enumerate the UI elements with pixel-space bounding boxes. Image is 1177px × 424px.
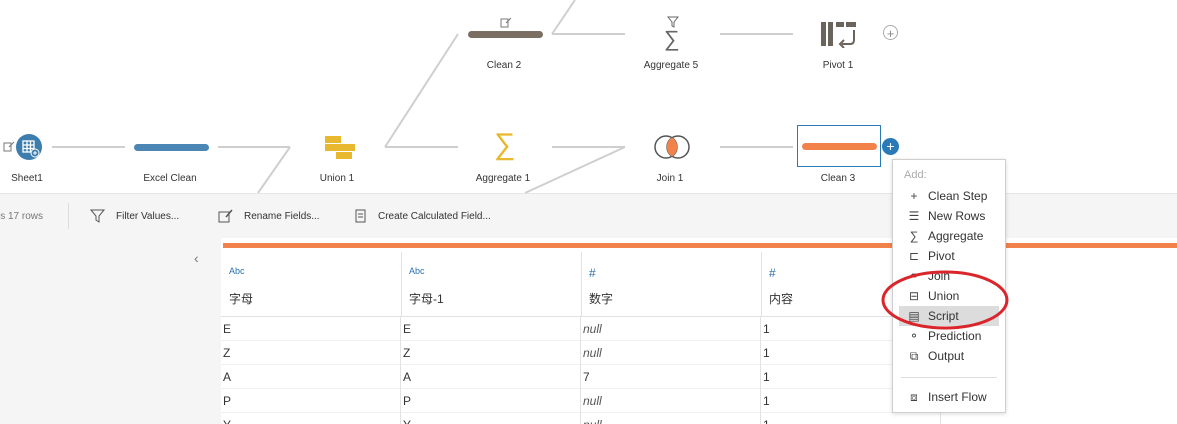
menu-item-label: Clean Step [928, 189, 988, 203]
create-calculated-field-label: Create Calculated Field... [378, 210, 491, 222]
output-icon: ⧉ [909, 348, 919, 363]
rename-fields-label: Rename Fields... [244, 210, 320, 222]
add-step-button[interactable]: + [882, 138, 899, 155]
clean2-node-bar[interactable] [468, 31, 543, 38]
new-rows-icon: ☰ [908, 209, 920, 223]
column-header[interactable]: Abc 字母-1 [401, 252, 582, 317]
table-cell[interactable]: null [581, 317, 761, 341]
toolbar-divider [68, 203, 69, 229]
menu-item-aggregate[interactable]: ∑ Aggregate [899, 226, 999, 246]
table-cell[interactable]: 7 [581, 365, 761, 389]
table-cell[interactable]: 1 [761, 413, 941, 424]
filter-icon [90, 209, 106, 223]
node-label-union1: Union 1 [319, 173, 355, 184]
menu-item-label: New Rows [928, 209, 986, 223]
column-name: 数字 [589, 292, 614, 306]
node-label-pivot1: Pivot 1 [822, 60, 854, 71]
filter-values-label: Filter Values... [116, 210, 180, 222]
calculated-field-icon [355, 209, 366, 223]
node-label-aggregate1: Aggregate 1 [475, 173, 531, 184]
excel-clean-node-bar[interactable] [134, 144, 209, 151]
grid-column: # 数字 null null 7 null null [581, 252, 762, 424]
join-node-icon[interactable] [652, 133, 692, 166]
menu-item-insert-flow[interactable]: ⧈ Insert Flow [899, 387, 999, 407]
node-label-clean2: Clean 2 [486, 60, 522, 71]
column-name: 字母-1 [409, 292, 444, 306]
number-type-icon[interactable]: # [589, 266, 596, 280]
collapse-chevron-icon[interactable]: ‹ [194, 250, 199, 266]
clean3-node-bar[interactable] [802, 143, 877, 150]
menu-item-pivot[interactable]: ⊏ Pivot [899, 246, 999, 266]
pivot-node-icon[interactable] [820, 20, 860, 53]
create-calculated-field-button[interactable]: Create Calculated Field... [354, 194, 491, 238]
row-count: ls 17 rows [0, 210, 44, 222]
table-cell[interactable]: E [401, 317, 581, 341]
table-cell[interactable]: null [581, 341, 761, 365]
column-header[interactable]: # 数字 [581, 252, 762, 317]
menu-item-label: Pivot [928, 249, 955, 263]
pivot-icon: ⊏ [908, 249, 920, 263]
aggregate-node-icon[interactable]: ∑ [664, 26, 680, 52]
menu-item-output[interactable]: ⧉ Output [899, 346, 999, 366]
menu-divider [901, 377, 997, 378]
table-cell[interactable]: E [221, 317, 401, 341]
annotation-highlight-ellipse [881, 270, 1009, 330]
rename-icon [218, 209, 233, 223]
menu-item-clean-step[interactable]: + Clean Step [899, 186, 999, 206]
menu-item-new-rows[interactable]: ☰ New Rows [899, 206, 999, 226]
node-label-excel-clean: Excel Clean [143, 173, 197, 184]
column-header[interactable]: Abc 字母 [221, 252, 402, 317]
plus-icon: + [910, 189, 918, 203]
table-cell[interactable]: P [401, 389, 581, 413]
table-cell[interactable]: Z [221, 341, 401, 365]
node-label-clean3: Clean 3 [820, 173, 856, 184]
table-cell[interactable]: Y [221, 413, 401, 424]
table-cell[interactable]: null [581, 413, 761, 424]
menu-item-label: Aggregate [928, 229, 984, 243]
input-icon [3, 140, 15, 158]
rename-fields-button[interactable]: Rename Fields... [218, 194, 320, 238]
node-label-aggregate5: Aggregate 5 [643, 60, 699, 71]
filter-values-button[interactable]: Filter Values... [90, 194, 179, 238]
string-type-icon[interactable]: Abc [409, 266, 425, 276]
table-cell[interactable]: Y [401, 413, 581, 424]
column-name: 内容 [769, 292, 794, 306]
data-grid: Abc 字母 E Z A P Y Abc 字母-1 E Z A P Y # 数字… [221, 238, 1177, 424]
table-cell[interactable]: P [221, 389, 401, 413]
number-type-icon[interactable]: # [769, 266, 776, 280]
table-cell[interactable]: A [401, 365, 581, 389]
add-step-small-button[interactable]: + [883, 25, 898, 41]
table-cell[interactable]: Z [401, 341, 581, 365]
left-pane: ‹ [0, 238, 221, 424]
node-label-join1: Join 1 [656, 173, 684, 184]
sheet-node-icon[interactable] [16, 134, 42, 160]
grid-column: Abc 字母-1 E Z A P Y [401, 252, 582, 424]
union-node-icon[interactable] [324, 134, 356, 165]
node-label-sheet1: Sheet1 [11, 173, 43, 184]
string-type-icon[interactable]: Abc [229, 266, 245, 276]
column-name: 字母 [229, 292, 254, 306]
sigma-icon: ∑ [909, 229, 919, 243]
menu-header: Add: [904, 169, 927, 181]
aggregate-node-icon[interactable]: ∑ [494, 128, 515, 162]
menu-item-label: Insert Flow [928, 390, 987, 404]
menu-item-label: Output [928, 349, 965, 363]
insert-flow-icon: ⧈ [910, 389, 918, 404]
step-color-bar [223, 243, 1177, 248]
table-cell[interactable]: A [221, 365, 401, 389]
grid-column: Abc 字母 E Z A P Y [221, 252, 402, 424]
table-cell[interactable]: null [581, 389, 761, 413]
